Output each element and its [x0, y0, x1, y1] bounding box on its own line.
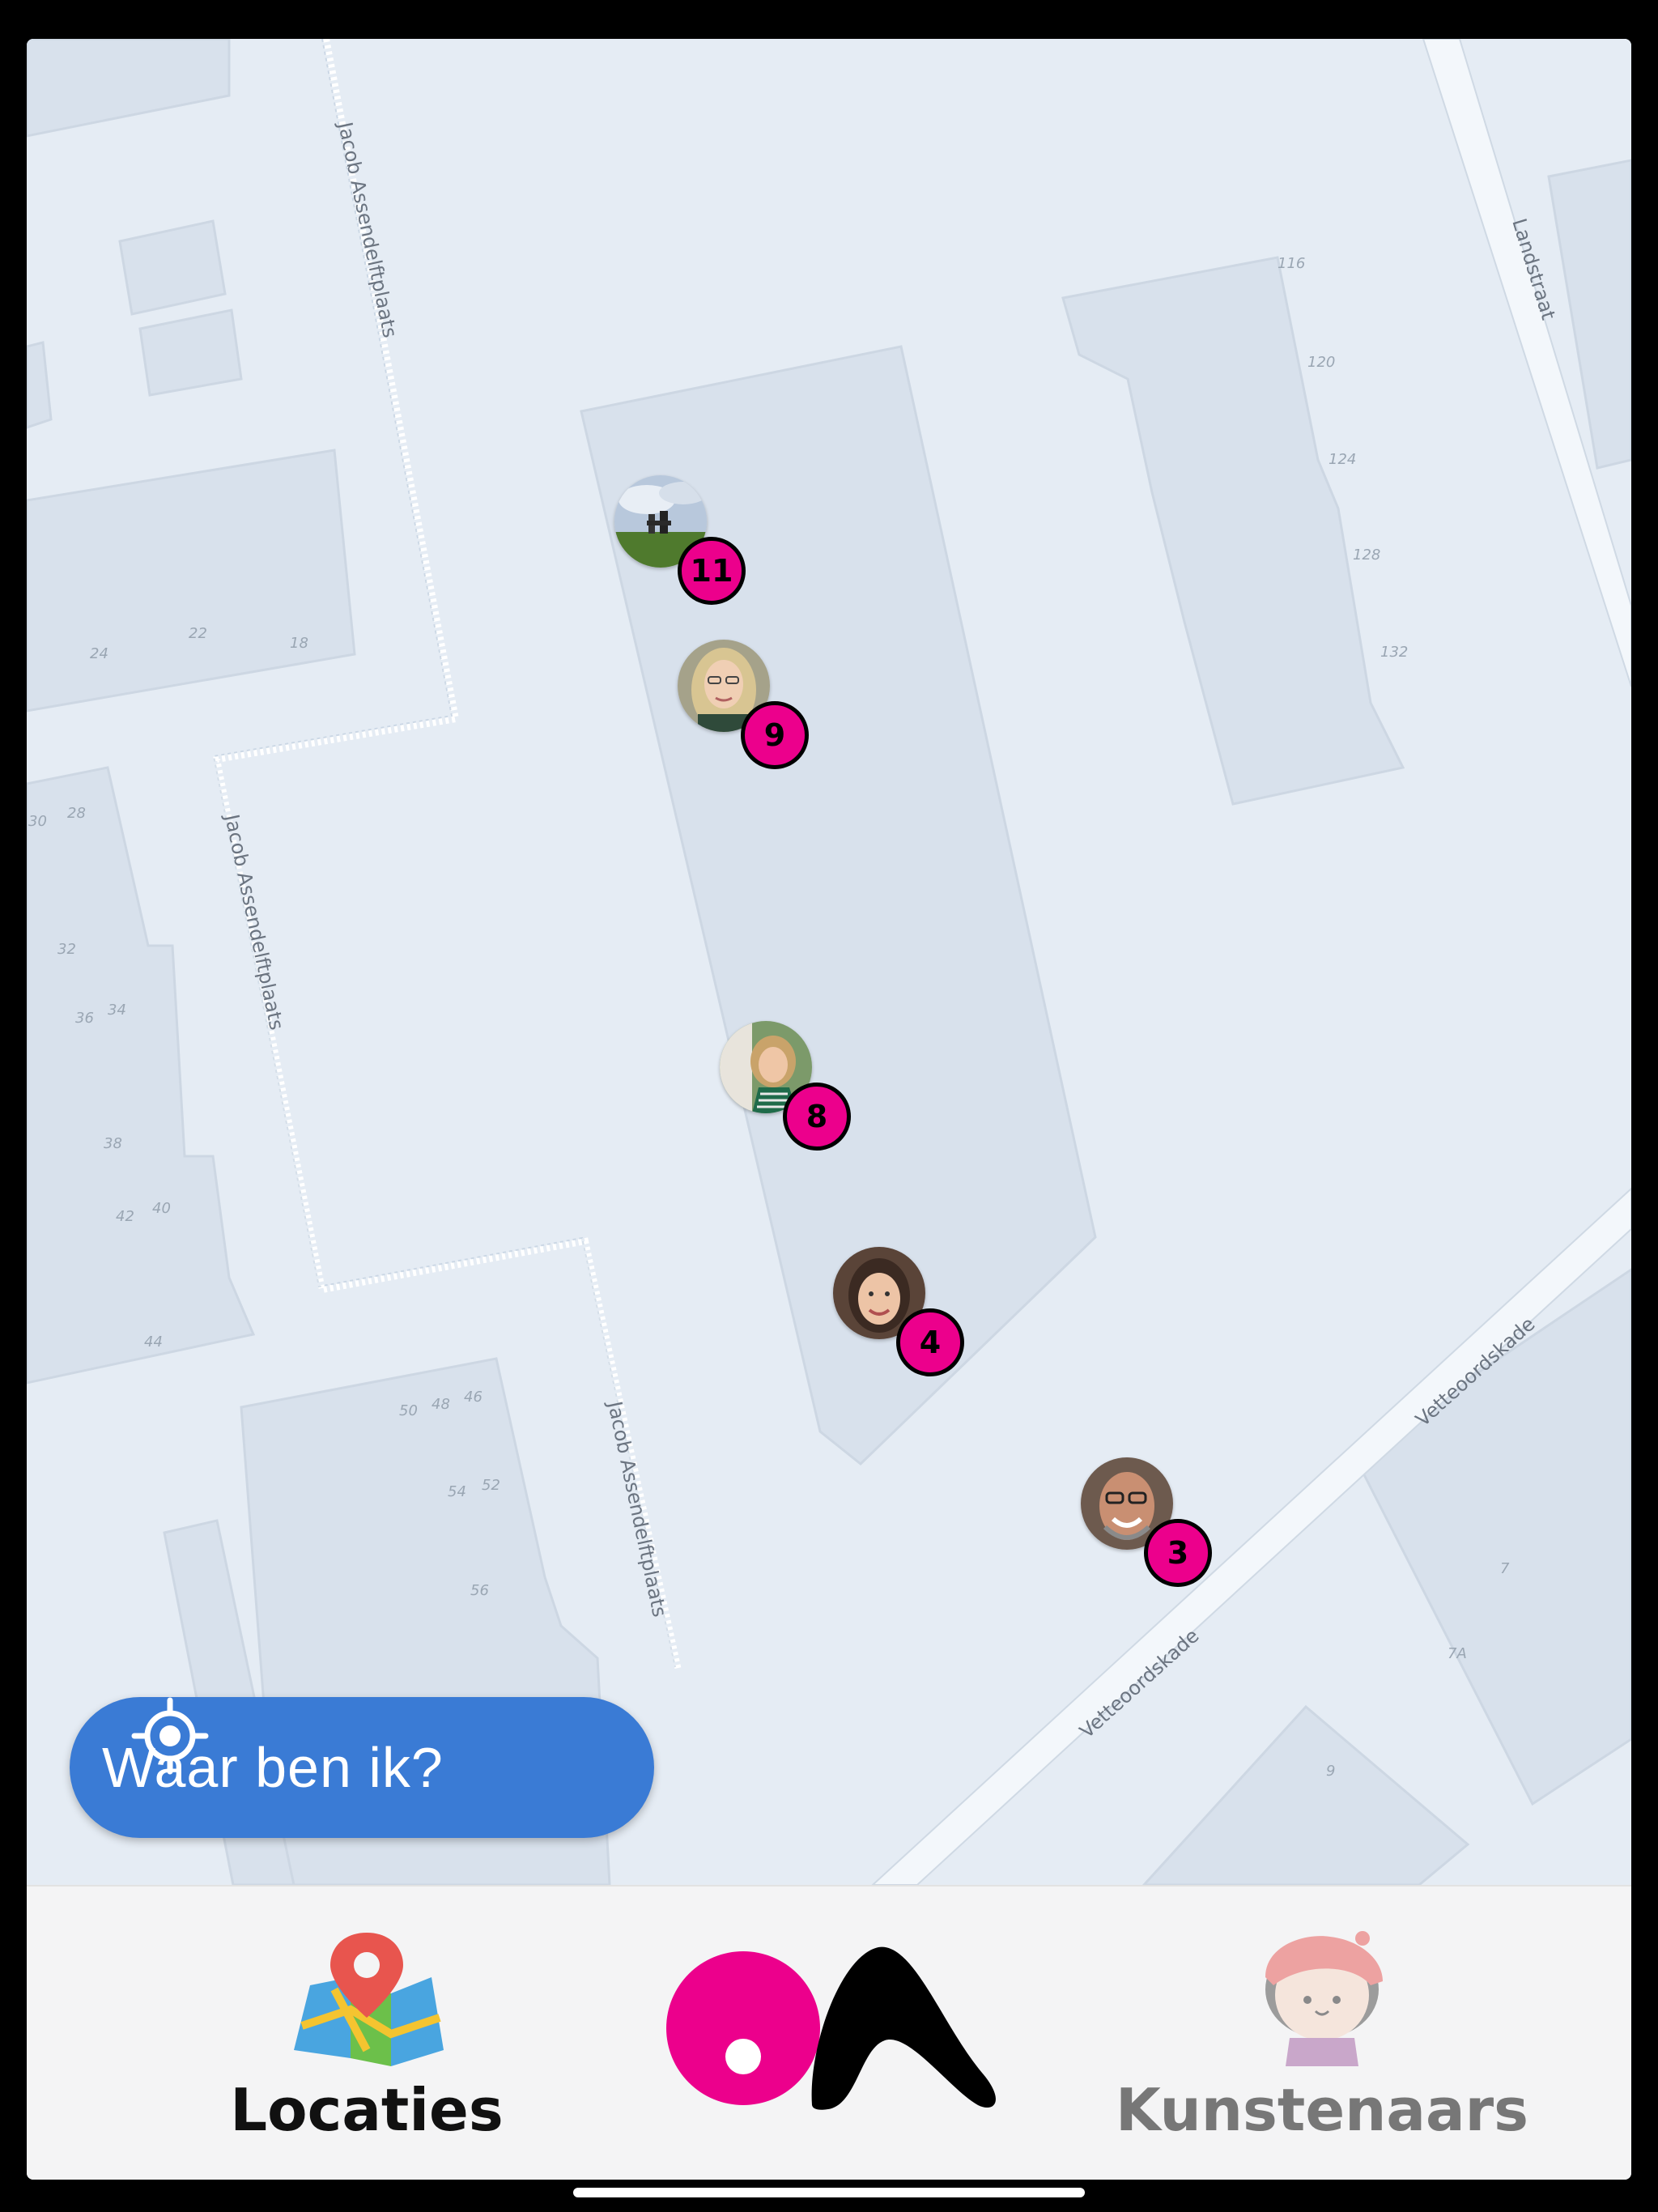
house-number: 128	[1353, 547, 1380, 564]
house-number: 7	[1500, 1560, 1510, 1577]
artist-marker-11[interactable]: 11	[614, 475, 746, 605]
house-number: 56	[470, 1582, 489, 1599]
house-number: 120	[1307, 354, 1335, 371]
house-number: 22	[189, 625, 207, 642]
home-indicator[interactable]	[573, 2188, 1085, 2197]
crosshair-icon	[131, 1697, 209, 1775]
marker-number-badge: 4	[896, 1308, 964, 1376]
map-canvas[interactable]: Jacob Assendelftplaats Jacob Assendelftp…	[27, 39, 1631, 1885]
house-number: 46	[464, 1389, 483, 1406]
map-view[interactable]: Jacob Assendelftplaats Jacob Assendelftp…	[27, 39, 1631, 1885]
where-am-i-button[interactable]: Waar ben ik?	[70, 1697, 654, 1838]
house-number: 132	[1380, 644, 1408, 661]
house-number: 24	[90, 645, 108, 662]
house-number: 30	[28, 813, 47, 830]
marker-number-badge: 11	[678, 537, 746, 605]
app-screen: Jacob Assendelftplaats Jacob Assendelftp…	[27, 39, 1631, 2180]
house-number: 124	[1329, 451, 1356, 468]
house-number: 9	[1326, 1763, 1335, 1780]
tab-label: Locaties	[230, 2076, 504, 2144]
house-number: 44	[144, 1334, 163, 1351]
marker-number-badge: 8	[783, 1083, 851, 1151]
house-number: 42	[116, 1208, 134, 1225]
map-pin-icon	[294, 1933, 444, 2066]
house-number: 48	[432, 1396, 450, 1413]
house-number: 54	[448, 1483, 466, 1500]
house-number: 18	[290, 635, 308, 652]
tab-bar: Locaties Kunstenaars	[27, 1885, 1631, 2180]
marker-number-badge: 3	[1144, 1519, 1212, 1587]
artist-marker-3[interactable]: 3	[1081, 1457, 1212, 1587]
house-number: 52	[482, 1477, 500, 1494]
house-number: 34	[108, 1002, 126, 1019]
artist-marker-8[interactable]: 8	[720, 1021, 851, 1151]
oa-logo[interactable]	[666, 1943, 1022, 2113]
artist-avatar-icon	[1265, 1931, 1383, 2066]
house-number: 40	[152, 1200, 171, 1217]
house-number: 38	[104, 1135, 122, 1152]
tab-label: Kunstenaars	[1116, 2076, 1528, 2144]
house-number: 7A	[1448, 1645, 1467, 1662]
artist-marker-4[interactable]: 4	[833, 1247, 964, 1376]
artist-marker-9[interactable]: 9	[678, 640, 809, 769]
house-number: 50	[399, 1402, 418, 1419]
house-number: 116	[1278, 255, 1305, 272]
house-number: 36	[75, 1010, 94, 1027]
house-number: 28	[67, 805, 86, 822]
tab-kunstenaars[interactable]: Kunstenaars	[1095, 1887, 1549, 2180]
house-number: 32	[57, 941, 76, 958]
tab-locaties[interactable]: Locaties	[189, 1887, 545, 2180]
marker-number-badge: 9	[741, 701, 809, 769]
